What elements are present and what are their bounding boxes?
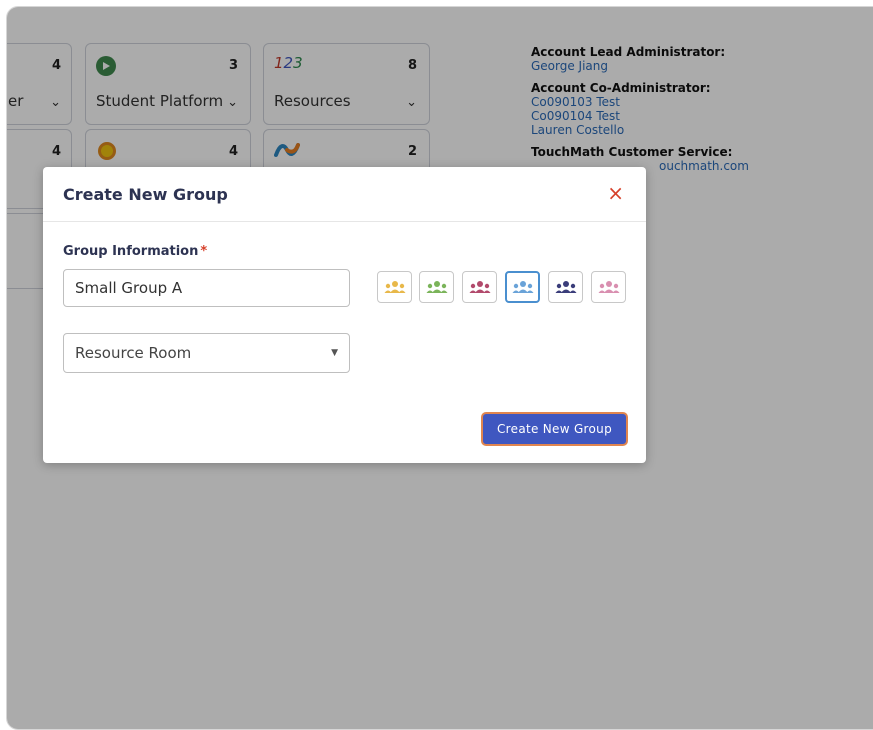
color-swatch-6[interactable] [591, 271, 626, 303]
create-new-group-button[interactable]: Create New Group [480, 412, 628, 446]
close-icon[interactable]: × [607, 181, 624, 205]
modal-header: Create New Group × [43, 167, 646, 222]
group-icon [426, 281, 447, 293]
color-swatch-3[interactable] [462, 271, 497, 303]
required-mark: * [200, 244, 208, 259]
group-icon [598, 281, 619, 293]
caret-down-icon: ▼ [331, 348, 338, 358]
color-swatch-5[interactable] [548, 271, 583, 303]
room-select[interactable]: Resource Room ▼ [63, 333, 350, 373]
group-icon [469, 281, 490, 293]
group-info-label-text: Group Information [63, 244, 199, 259]
group-icon [384, 281, 405, 293]
room-select-value: Resource Room [75, 344, 192, 362]
group-info-label: Group Information * [63, 244, 207, 259]
create-group-modal: Create New Group × Group Information* Re… [43, 167, 646, 463]
group-icon [512, 281, 533, 293]
color-swatch-1[interactable] [377, 271, 412, 303]
group-name-input[interactable] [63, 269, 350, 307]
color-swatch-2[interactable] [419, 271, 454, 303]
group-icon [555, 281, 576, 293]
color-swatch-4[interactable] [505, 271, 540, 303]
modal-title: Create New Group [63, 185, 228, 204]
